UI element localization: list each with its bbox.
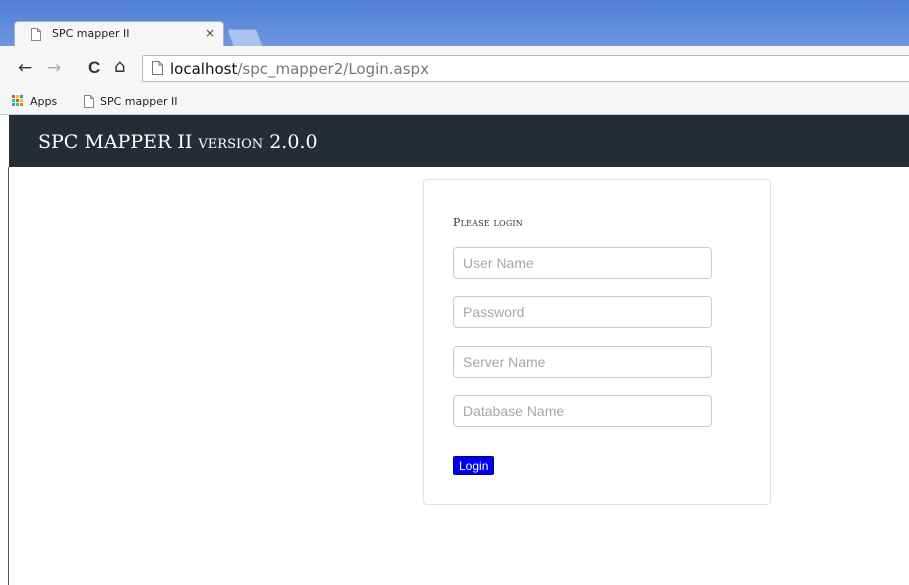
forward-arrow-icon[interactable]: → — [47, 58, 61, 78]
app-name: SPC MAPPER II — [38, 131, 193, 153]
app-header: SPC MAPPER II version 2.0.0 — [9, 115, 909, 167]
login-heading: Please login — [453, 216, 523, 229]
url-path: /spc_mapper2/Login.aspx — [237, 60, 429, 78]
home-icon[interactable]: ⌂ — [114, 56, 125, 77]
tab-title: SPC mapper II — [52, 27, 130, 40]
page-icon — [152, 61, 163, 75]
password-input[interactable] — [453, 296, 712, 328]
apps-grid-icon[interactable] — [12, 95, 24, 107]
tab-close-icon[interactable]: × — [205, 26, 215, 40]
url-host: localhost — [170, 60, 238, 78]
version-number: 2.0.0 — [269, 131, 318, 153]
bookmark-apps[interactable]: Apps — [30, 95, 57, 108]
address-bar[interactable]: localhost/spc_mapper2/Login.aspx — [142, 55, 909, 82]
browser-titlebar: SPC mapper II × — [0, 0, 909, 47]
new-tab-button[interactable] — [226, 29, 264, 47]
browser-tab[interactable]: SPC mapper II × — [14, 21, 224, 46]
page-icon — [84, 95, 94, 108]
login-panel: Please login Login — [423, 179, 771, 505]
page-icon — [31, 28, 41, 41]
server-name-input[interactable] — [453, 346, 712, 378]
reload-icon[interactable]: C — [88, 58, 100, 78]
version-label: version — [198, 132, 264, 153]
bookmark-spc-mapper[interactable]: SPC mapper II — [100, 95, 178, 108]
page-left-border — [8, 167, 9, 585]
database-name-input[interactable] — [453, 395, 712, 427]
app-title: SPC MAPPER II version 2.0.0 — [38, 133, 318, 152]
login-button[interactable]: Login — [453, 456, 495, 475]
address-url: localhost/spc_mapper2/Login.aspx — [170, 60, 429, 78]
back-arrow-icon[interactable]: ← — [18, 58, 32, 78]
bookmarks-bar: Apps SPC mapper II — [0, 90, 909, 115]
username-input[interactable] — [453, 247, 712, 279]
